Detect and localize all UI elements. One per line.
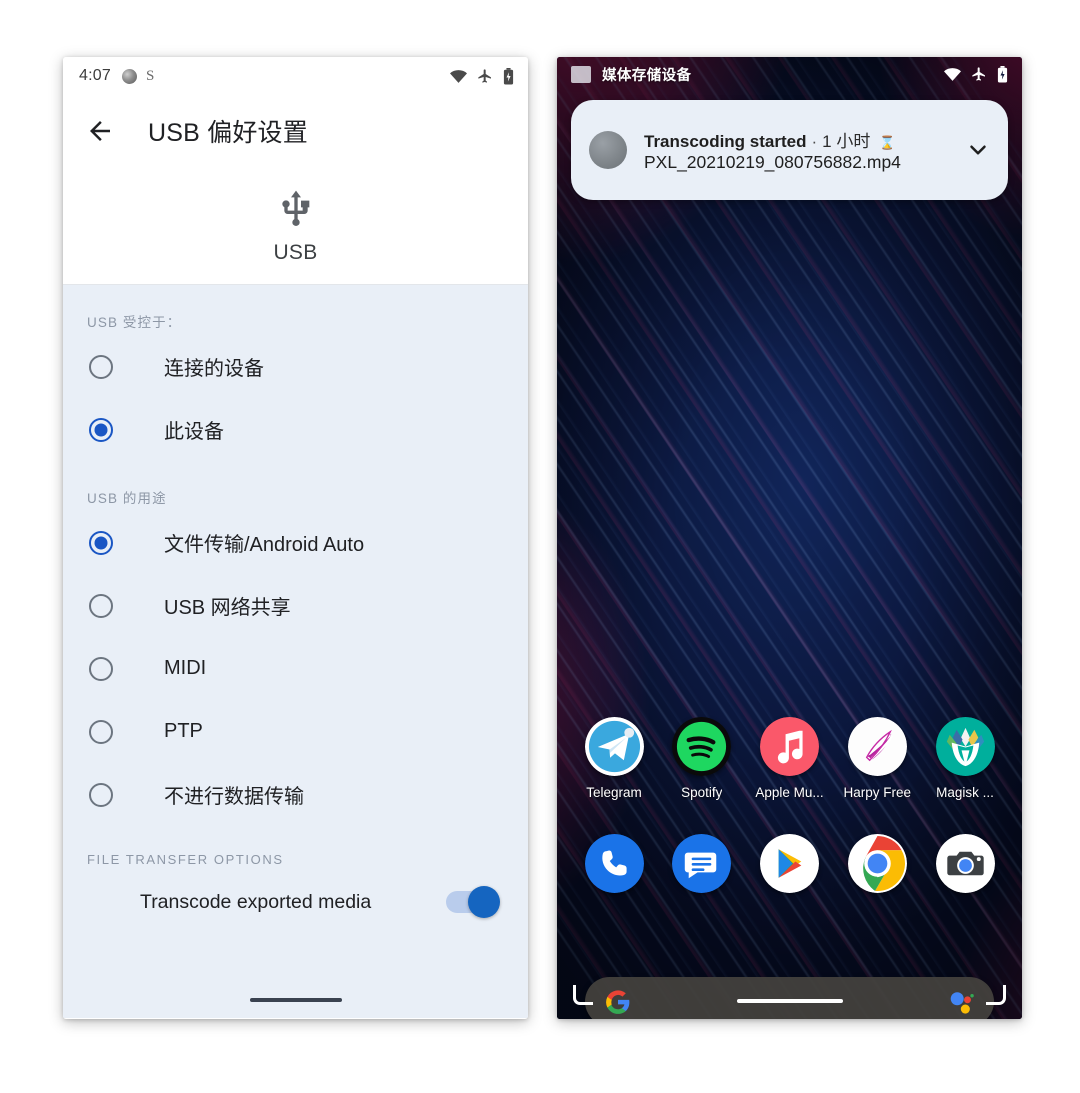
- notification-title: Transcoding started: [644, 132, 807, 151]
- radio-option-ptp[interactable]: PTP: [63, 700, 528, 763]
- radio-option-label: 此设备: [164, 421, 224, 443]
- screenshot-corner-marker-right: [986, 985, 1006, 1005]
- airplane-mode-icon: [478, 69, 491, 83]
- radio-button-selected[interactable]: [89, 417, 113, 442]
- app-spotify[interactable]: Spotify: [663, 717, 741, 800]
- radio-option-no-data-transfer[interactable]: 不进行数据传输: [63, 763, 528, 826]
- screenshot-canvas: 4:07 S USB 偏好设置 USB USB 受控于： 连接的设备 此设备 U…: [0, 0, 1080, 1093]
- left-home-gesture-bar[interactable]: [249, 998, 342, 1002]
- account-avatar-icon: [121, 68, 137, 84]
- usb-hero-label: USB: [273, 241, 318, 264]
- switch-label: Transcode exported media: [140, 890, 372, 913]
- dock-row: [557, 834, 1022, 893]
- right-phone-home-screen: 媒体存储设备 Transcoding started · 1 小时 ⌛ PXL_…: [557, 57, 1022, 1019]
- airplane-mode-icon: [972, 67, 985, 81]
- chevron-down-icon[interactable]: [965, 137, 991, 163]
- app-label: Apple Mu...: [755, 785, 824, 800]
- screenshot-corner-marker-left: [573, 985, 593, 1005]
- hourglass-icon: ⌛: [879, 135, 896, 150]
- chrome-icon[interactable]: [847, 834, 907, 893]
- radio-option-label: 连接的设备: [164, 358, 264, 380]
- telegram-icon[interactable]: [584, 717, 644, 776]
- status-bar-system-icons: [450, 67, 514, 85]
- app-label: Magisk ...: [936, 785, 994, 800]
- radio-button[interactable]: [89, 354, 113, 379]
- play-store-icon[interactable]: [760, 834, 819, 893]
- page-title: USB 偏好设置: [148, 119, 308, 147]
- wifi-icon: [450, 69, 467, 83]
- magisk-icon[interactable]: [935, 717, 995, 776]
- radio-option-connected-device[interactable]: 连接的设备: [63, 335, 528, 398]
- left-status-bar: 4:07 S: [63, 57, 528, 95]
- transcode-toggle-switch[interactable]: [446, 886, 500, 918]
- radio-option-this-device[interactable]: 此设备: [63, 398, 528, 461]
- app-label: Telegram: [586, 785, 642, 800]
- dock-app-phone[interactable]: [575, 834, 653, 893]
- home-screen-app-grid: Telegram Spotify Apple Mu... Harpy Free …: [557, 717, 1022, 893]
- usb-hero-header: USB: [63, 167, 528, 285]
- s-app-icon: S: [145, 67, 155, 84]
- app-harpy-free[interactable]: Harpy Free: [838, 717, 916, 800]
- radio-option-midi[interactable]: MIDI: [63, 637, 528, 700]
- section-header-controlled-by: USB 受控于：: [87, 315, 182, 330]
- notification-app-avatar: [589, 131, 627, 169]
- section-header-file-transfer-options: FILE TRANSFER OPTIONS: [87, 852, 284, 867]
- radio-option-file-transfer[interactable]: 文件传输/Android Auto: [63, 511, 528, 574]
- notification-header-line: Transcoding started · 1 小时 ⌛: [644, 127, 959, 152]
- app-row-1: Telegram Spotify Apple Mu... Harpy Free …: [557, 717, 1022, 800]
- status-bar-notification-icons: S: [121, 67, 155, 84]
- right-status-bar: 媒体存储设备: [557, 57, 1022, 91]
- notification-card-transcoding[interactable]: Transcoding started · 1 小时 ⌛ PXL_2021021…: [571, 100, 1008, 200]
- app-telegram[interactable]: Telegram: [575, 717, 653, 800]
- dock-app-camera[interactable]: [926, 834, 1004, 893]
- notification-timestamp: 1 小时: [822, 132, 871, 151]
- radio-button[interactable]: [89, 782, 113, 807]
- app-label: Spotify: [681, 785, 723, 800]
- phone-icon[interactable]: [584, 834, 644, 893]
- usb-icon: [281, 190, 309, 226]
- back-arrow-icon[interactable]: [85, 116, 115, 146]
- messages-icon[interactable]: [672, 834, 732, 893]
- radio-option-label: USB 网络共享: [164, 597, 291, 619]
- right-home-gesture-bar[interactable]: [736, 999, 843, 1003]
- notification-separator: ·: [811, 132, 818, 151]
- notification-text-block: Transcoding started · 1 小时 ⌛ PXL_2021021…: [644, 127, 959, 173]
- radio-button[interactable]: [89, 656, 113, 681]
- status-bar-system-icons: [944, 65, 1008, 83]
- camera-icon[interactable]: [935, 834, 995, 893]
- radio-option-label: MIDI: [164, 657, 207, 679]
- status-bar-app-name: 媒体存储设备: [602, 67, 692, 84]
- media-storage-notification-icon: [571, 65, 591, 83]
- notification-subtitle: PXL_20210219_080756882.mp4: [644, 152, 901, 172]
- radio-option-label: 不进行数据传输: [164, 786, 304, 808]
- harpy-free-icon[interactable]: [847, 717, 907, 776]
- dock-app-play-store[interactable]: [751, 834, 829, 893]
- left-app-bar: USB 偏好设置: [63, 95, 528, 167]
- radio-button[interactable]: [89, 719, 113, 744]
- dock-app-chrome[interactable]: [838, 834, 916, 893]
- radio-option-label: PTP: [164, 720, 203, 742]
- radio-option-usb-tethering[interactable]: USB 网络共享: [63, 574, 528, 637]
- setting-row-transcode-exported-media[interactable]: Transcode exported media: [63, 871, 528, 933]
- usb-settings-body: USB 受控于： 连接的设备 此设备 USB 的用途 文件传输/Android …: [63, 285, 528, 1018]
- status-bar-clock: 4:07: [79, 67, 111, 84]
- wifi-icon: [944, 67, 961, 81]
- battery-icon: [503, 67, 514, 84]
- app-magisk[interactable]: Magisk ...: [926, 717, 1004, 800]
- radio-button-selected[interactable]: [89, 530, 113, 555]
- app-apple-music[interactable]: Apple Mu...: [751, 717, 829, 800]
- dock-app-messages[interactable]: [663, 834, 741, 893]
- radio-option-label: 文件传输/Android Auto: [164, 534, 365, 556]
- left-phone-usb-settings: 4:07 S USB 偏好设置 USB USB 受控于： 连接的设备 此设备 U…: [63, 57, 528, 1019]
- apple-music-icon[interactable]: [760, 717, 819, 776]
- battery-icon: [997, 65, 1008, 82]
- spotify-icon[interactable]: [672, 717, 732, 776]
- app-label: Harpy Free: [843, 785, 912, 800]
- section-header-usb-use-for: USB 的用途: [87, 491, 167, 506]
- navigation-hints: [557, 973, 1022, 1019]
- radio-button[interactable]: [89, 593, 113, 618]
